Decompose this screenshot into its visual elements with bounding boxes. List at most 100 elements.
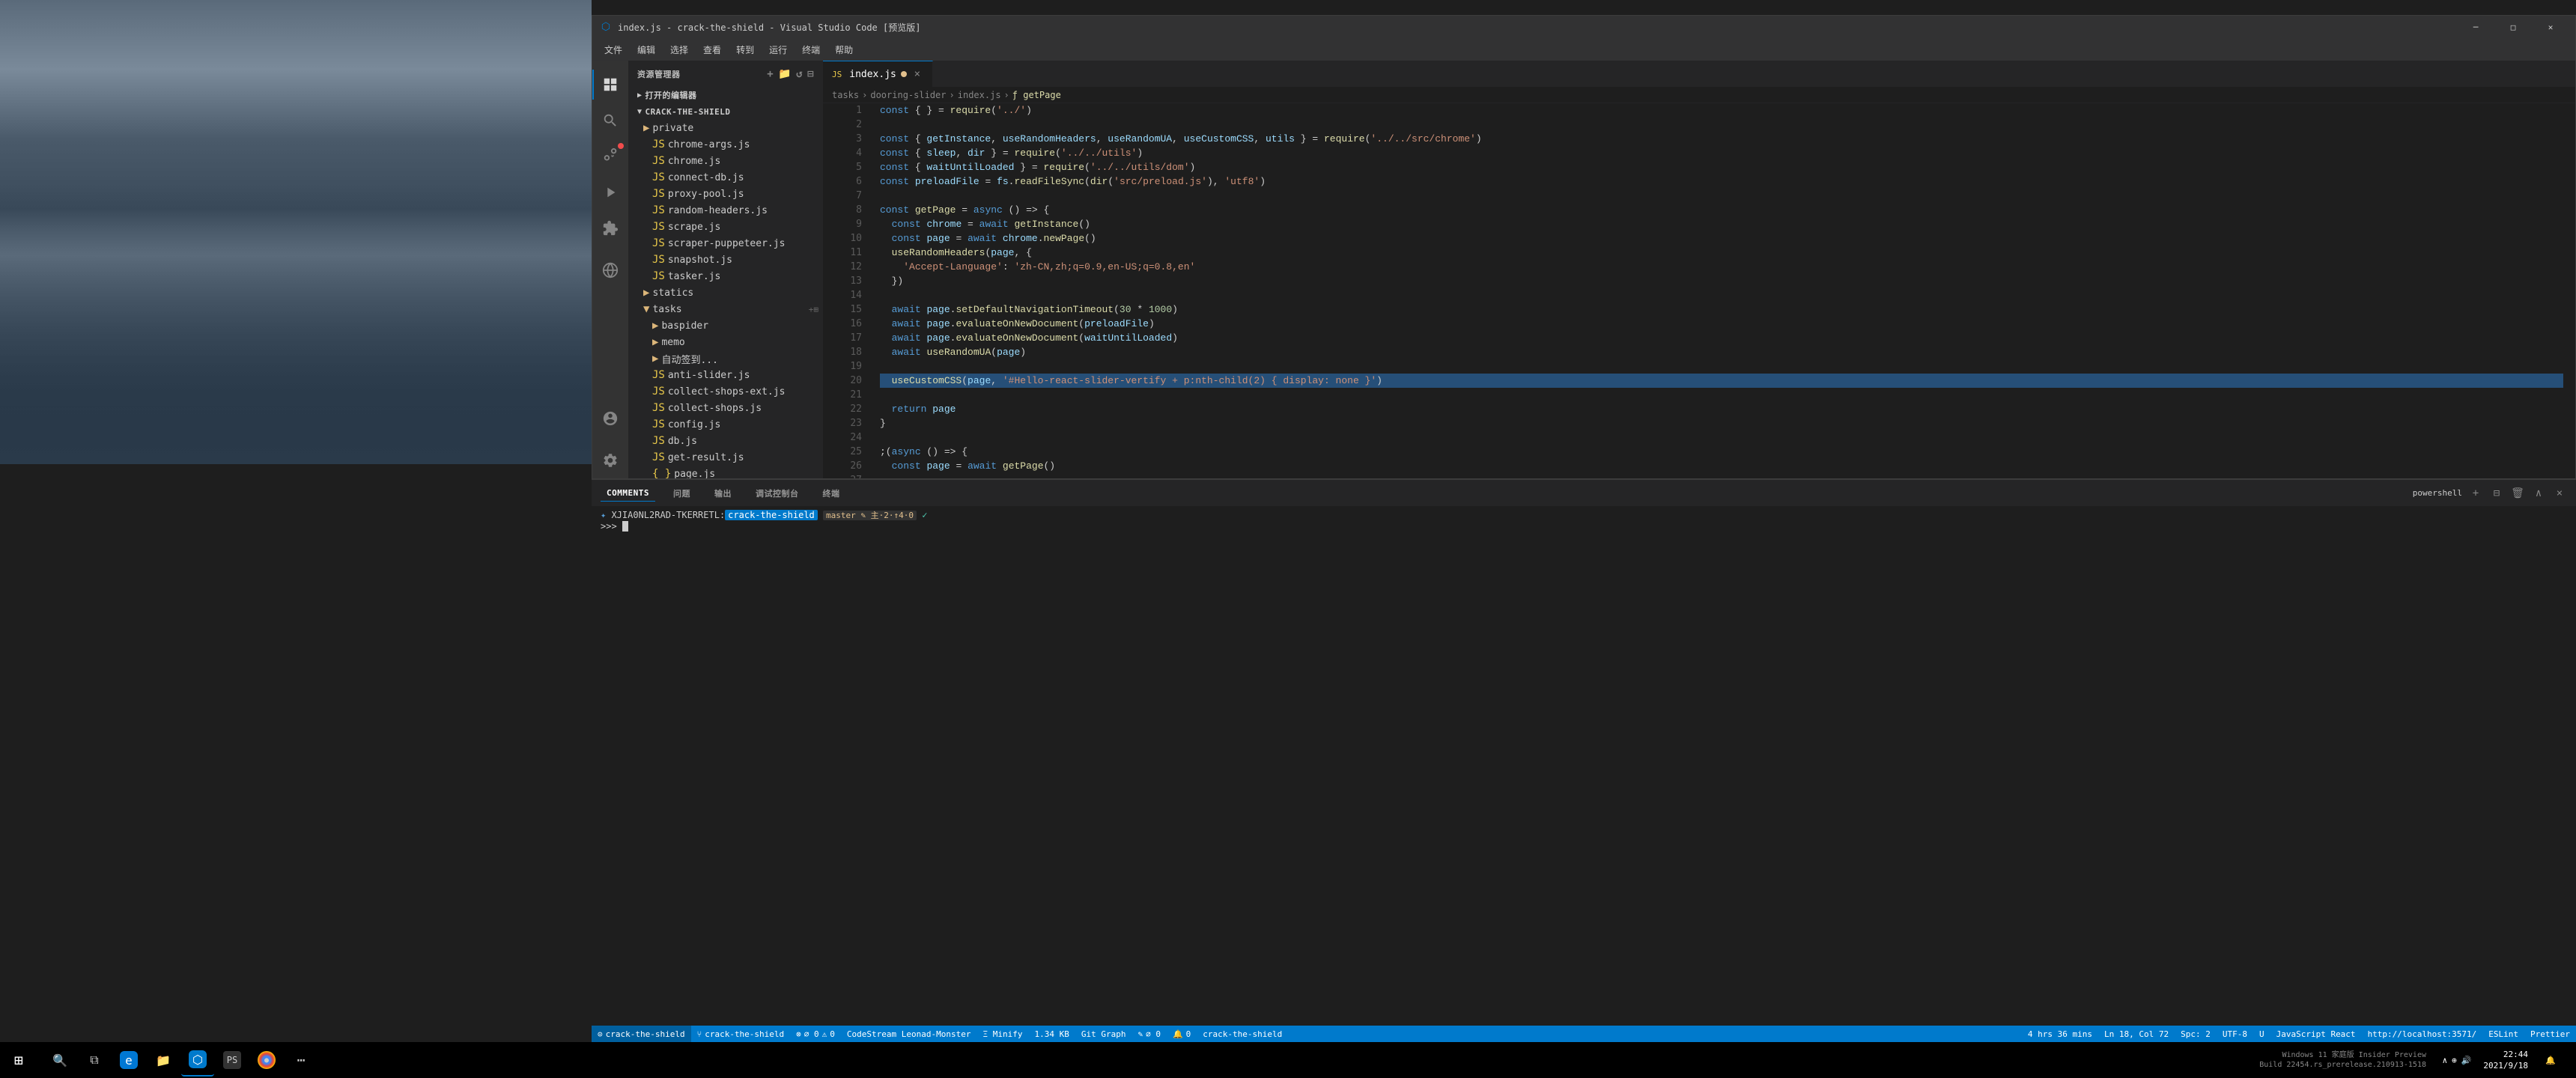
tray-icon-network[interactable]: ⊕	[2452, 1056, 2457, 1065]
new-file-icon[interactable]: +	[767, 68, 774, 80]
activity-settings[interactable]	[592, 442, 628, 478]
file-config[interactable]: JS config.js	[628, 416, 823, 433]
minimize-button[interactable]: ─	[2458, 16, 2493, 38]
menu-select[interactable]: 选择	[664, 40, 694, 59]
tab-index-js[interactable]: JS index.js ×	[823, 61, 933, 87]
taskbar-explorer[interactable]: 📁	[147, 1044, 180, 1077]
status-language[interactable]: JavaScript React	[2270, 1026, 2362, 1042]
tray-icon-volume[interactable]: 🔊	[2461, 1056, 2472, 1065]
status-filesize[interactable]: 1.34 KB	[1028, 1026, 1075, 1042]
status-spaces[interactable]: Spc: 2	[2175, 1026, 2217, 1042]
file-scraper-puppeteer[interactable]: JS scraper-puppeteer.js	[628, 235, 823, 252]
file-random-headers[interactable]: JS random-headers.js	[628, 202, 823, 219]
panel-tab-output[interactable]: 输出	[708, 484, 738, 502]
new-folder-icon[interactable]: 📁	[778, 68, 792, 80]
taskbar-taskview[interactable]: ⧉	[78, 1044, 111, 1077]
panel-tab-comments[interactable]: COMMENTS	[601, 485, 655, 502]
panel-tab-debug[interactable]: 调试控制台	[750, 484, 805, 502]
panel-chevron-up[interactable]: ∧	[2531, 486, 2546, 501]
menu-view[interactable]: 查看	[697, 40, 727, 59]
panel-split[interactable]: ⊟	[2489, 486, 2504, 501]
file-tasker[interactable]: JS tasker.js	[628, 268, 823, 284]
panel-new-terminal[interactable]: +	[2468, 486, 2483, 501]
taskbar-terminal[interactable]: PS	[216, 1044, 249, 1077]
tab-close-button[interactable]: ×	[911, 68, 923, 80]
taskbar-chrome[interactable]: ●	[250, 1044, 283, 1077]
status-eslint[interactable]: ✎ ∅ 0	[1131, 1026, 1167, 1042]
menu-file[interactable]: 文件	[598, 40, 628, 59]
terminal-content[interactable]: ✦ XJIA0NL2RAD-TKERRETL:crack-the-shield …	[592, 506, 2576, 569]
tray-icon-chevron[interactable]: ∧	[2442, 1056, 2447, 1065]
status-eslint-right[interactable]: ESLint	[2482, 1026, 2524, 1042]
system-clock[interactable]: 22:44 2021/9/18	[2483, 1049, 2528, 1072]
file-chrome-args[interactable]: JS chrome-args.js	[628, 136, 823, 153]
file-get-result[interactable]: JS get-result.js	[628, 449, 823, 466]
status-localhost[interactable]: http://localhost:3571/	[2362, 1026, 2483, 1042]
folder-baspider[interactable]: ▶ baspider	[628, 317, 823, 334]
breadcrumb-indexjs[interactable]: index.js	[958, 90, 1001, 100]
menu-goto[interactable]: 转到	[730, 40, 760, 59]
folder-memo[interactable]: ▶ memo	[628, 334, 823, 350]
folder-tasks[interactable]: ▼ tasks +⊞	[628, 301, 823, 317]
activity-run[interactable]	[592, 174, 628, 210]
file-anti-slider[interactable]: JS anti-slider.js	[628, 367, 823, 383]
status-eol[interactable]: U	[2253, 1026, 2270, 1042]
activity-explorer[interactable]	[592, 67, 628, 103]
project-section-header[interactable]: ▼ CRACK-THE-SHIELD	[628, 103, 823, 120]
panel-trash[interactable]: 🗑	[2510, 486, 2525, 501]
activity-search[interactable]	[592, 103, 628, 138]
collapse-all-icon[interactable]: ⊟	[807, 68, 814, 80]
file-connect-db[interactable]: JS connect-db.js	[628, 169, 823, 186]
activity-source-control[interactable]	[592, 138, 628, 174]
panel-tab-terminal[interactable]: 终端	[816, 484, 845, 502]
folder-auto-sign[interactable]: ▶ 自动签到...	[628, 350, 823, 367]
status-encoding[interactable]: UTF-8	[2217, 1026, 2253, 1042]
maximize-button[interactable]: □	[2496, 16, 2530, 38]
breadcrumb-dooring[interactable]: dooring-slider	[870, 90, 946, 100]
status-remote[interactable]: ⊙ crack-the-shield	[592, 1026, 691, 1042]
taskbar-vscode[interactable]: ⬡	[181, 1044, 214, 1077]
background-mountain	[0, 0, 592, 464]
panel-tab-issues[interactable]: 问题	[667, 484, 696, 502]
status-notifications[interactable]: 🔔 0	[1167, 1026, 1197, 1042]
status-wakatime[interactable]: 4 hrs 36 mins	[2022, 1026, 2098, 1042]
folder-private[interactable]: ▶ private	[628, 120, 823, 136]
taskbar-edge[interactable]: e	[112, 1044, 145, 1077]
status-codestream[interactable]: CodeStream Leonad-Monster	[841, 1026, 977, 1042]
file-collect-shops[interactable]: JS collect-shops.js	[628, 400, 823, 416]
close-button[interactable]: ✕	[2533, 16, 2568, 38]
status-gitgraph[interactable]: Git Graph	[1075, 1026, 1132, 1042]
activity-account[interactable]	[592, 401, 628, 436]
breadcrumb-tasks[interactable]: tasks	[832, 90, 859, 100]
file-chrome[interactable]: JS chrome.js	[628, 153, 823, 169]
status-errors[interactable]: ⊗ ∅ 0 ⚠ 0	[790, 1026, 841, 1042]
file-db[interactable]: JS db.js	[628, 433, 823, 449]
status-branch[interactable]: ⑂ crack-the-shield	[691, 1026, 791, 1042]
menu-run[interactable]: 运行	[763, 40, 793, 59]
menu-terminal[interactable]: 终端	[796, 40, 826, 59]
taskbar-search[interactable]: 🔍	[43, 1044, 76, 1077]
file-snapshot[interactable]: JS snapshot.js	[628, 252, 823, 268]
taskbar-more-apps[interactable]: ⋯	[285, 1044, 318, 1077]
status-minify[interactable]: Ξ Minify	[977, 1026, 1029, 1042]
menu-help[interactable]: 帮助	[829, 40, 859, 59]
taskbar-start-button[interactable]: ⊞	[0, 1042, 37, 1078]
taskbar-notifications[interactable]: 🔔	[2534, 1044, 2567, 1077]
activity-extensions[interactable]	[592, 210, 628, 246]
menu-edit[interactable]: 编辑	[631, 40, 661, 59]
file-proxy[interactable]: JS proxy-pool.js	[628, 186, 823, 202]
open-editors-section[interactable]: ▶ 打开的编辑器	[628, 87, 823, 103]
status-repo[interactable]: crack-the-shield	[1197, 1026, 1288, 1042]
file-page-js[interactable]: { } page.js	[628, 466, 823, 478]
js-file-icon: JS	[652, 254, 665, 266]
status-prettier[interactable]: Prettier	[2524, 1026, 2576, 1042]
file-scrape[interactable]: JS scrape.js	[628, 219, 823, 235]
code-content[interactable]: const { } = require('../') const { getIn…	[868, 103, 2575, 478]
file-collect-shops-ext[interactable]: JS collect-shops-ext.js	[628, 383, 823, 400]
folder-statics[interactable]: ▶ statics	[628, 284, 823, 301]
panel-close[interactable]: ×	[2552, 486, 2567, 501]
status-position[interactable]: Ln 18, Col 72	[2098, 1026, 2175, 1042]
refresh-icon[interactable]: ↺	[796, 68, 803, 80]
activity-remote[interactable]	[592, 252, 628, 288]
breadcrumb-getpage[interactable]: ƒ getPage	[1012, 90, 1061, 100]
